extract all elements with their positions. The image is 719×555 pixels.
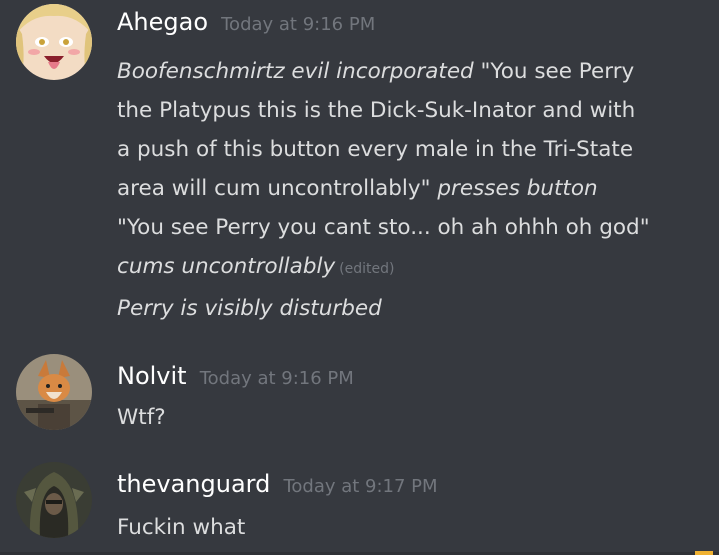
username[interactable]: thevanguard <box>117 470 270 498</box>
avatar-nolvit[interactable] <box>16 354 92 430</box>
message-line: cums uncontrollably (edited) <box>117 247 707 289</box>
message-line: the Platypus this is the Dick-Suk-Inator… <box>117 91 707 130</box>
corner-watermark <box>695 551 713 555</box>
quote-text: the Platypus this is the Dick-Suk-Inator… <box>117 98 636 123</box>
message-line: area will cum uncontrollably" presses bu… <box>117 169 707 208</box>
quote-text: a push of this button every male in the … <box>117 137 634 162</box>
message-line: a push of this button every male in the … <box>117 130 707 169</box>
italic-action-text: Perry is visibly disturbed <box>117 296 382 321</box>
message-header: Ahegao Today at 9:16 PM <box>117 8 375 36</box>
quote-text: "You see Perry <box>473 59 635 84</box>
username[interactable]: Ahegao <box>117 8 208 36</box>
avatar-thevanguard[interactable] <box>16 462 92 538</box>
message-content: Boofenschmirtz evil incorporated "You se… <box>117 52 707 328</box>
message-line: Wtf? <box>117 405 166 430</box>
message-line: Fuckin what <box>117 515 246 540</box>
message-header: thevanguard Today at 9:17 PM <box>117 470 438 498</box>
hooded-soldier-avatar-icon <box>16 462 92 538</box>
message-header: Nolvit Today at 9:16 PM <box>117 362 354 390</box>
italic-action-text: presses button <box>437 176 598 201</box>
message-content: Wtf? <box>117 398 707 437</box>
quote-text: area will cum uncontrollably" <box>117 176 438 201</box>
message-line: Perry is visibly disturbed <box>117 289 707 328</box>
anime-girl-avatar-icon <box>16 4 92 80</box>
fox-character-avatar-icon <box>16 354 92 430</box>
username[interactable]: Nolvit <box>117 362 187 390</box>
message-content: Fuckin what <box>117 508 707 547</box>
avatar-ahegao[interactable] <box>16 4 92 80</box>
message-line: Boofenschmirtz evil incorporated "You se… <box>117 52 707 91</box>
timestamp[interactable]: Today at 9:16 PM <box>221 14 375 35</box>
italic-action-text: Boofenschmirtz evil incorporated <box>117 59 474 84</box>
timestamp[interactable]: Today at 9:16 PM <box>200 368 354 389</box>
timestamp[interactable]: Today at 9:17 PM <box>283 476 437 497</box>
message-line: "You see Perry you cant sto... oh ah ohh… <box>117 208 707 247</box>
quote-text: "You see Perry you cant sto... oh ah ohh… <box>117 215 650 240</box>
edited-label[interactable]: (edited) <box>339 261 394 277</box>
italic-action-text: cums uncontrollably <box>117 254 336 279</box>
